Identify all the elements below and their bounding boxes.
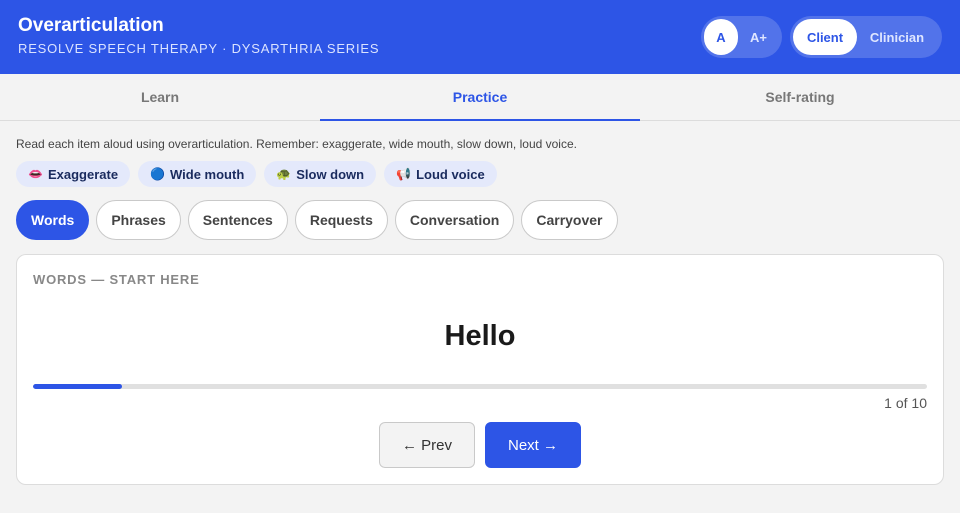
- cue-label: Wide mouth: [170, 166, 245, 182]
- font-size-toggle: A A+: [701, 16, 782, 58]
- instructions-text: Read each item aloud using overarticulat…: [16, 137, 577, 151]
- level-selector: Words Phrases Sentences Requests Convers…: [16, 200, 618, 240]
- level-sentences-button[interactable]: Sentences: [187, 200, 288, 240]
- cue-slow-down: 🐢 Slow down: [264, 161, 377, 187]
- cue-exaggerate: 👄 Exaggerate: [16, 161, 131, 187]
- megaphone-icon: 📢: [396, 167, 412, 181]
- cue-loud-voice: 📢 Loud voice: [384, 161, 497, 187]
- turtle-icon: 🐢: [276, 167, 292, 181]
- font-size-normal-button[interactable]: A: [704, 19, 738, 55]
- next-button[interactable]: Next →: [485, 422, 581, 468]
- item-counter: 1 of 10: [884, 395, 927, 411]
- cue-chips: 👄 Exaggerate 🔵 Wide mouth 🐢 Slow down 📢 …: [16, 161, 497, 187]
- page-title: Overarticulation: [18, 15, 164, 36]
- page-subtitle: RESOLVE SPEECH THERAPY · DYSARTHRIA SERI…: [18, 41, 380, 56]
- level-conversation-button[interactable]: Conversation: [394, 200, 515, 240]
- level-phrases-button[interactable]: Phrases: [96, 200, 181, 240]
- card-navigation: ← Prev Next →: [17, 422, 943, 468]
- lips-icon: 👄: [28, 167, 43, 181]
- cue-label: Loud voice: [416, 166, 485, 182]
- role-toggle: Client Clinician: [790, 16, 942, 58]
- section-label: WORDS — START HERE: [33, 272, 200, 287]
- cue-label: Exaggerate: [47, 166, 119, 182]
- prev-button[interactable]: ← Prev: [379, 422, 475, 468]
- progress-bar: [33, 384, 927, 389]
- practice-card: WORDS — START HERE Hello 1 of 10 ← Prev …: [16, 254, 944, 485]
- practice-item: Hello: [444, 320, 516, 352]
- level-words-button[interactable]: Words: [16, 200, 90, 240]
- blue-circle-icon: 🔵: [150, 167, 165, 181]
- tab-self-rating[interactable]: Self-rating: [640, 74, 960, 120]
- font-size-large-button[interactable]: A+: [738, 19, 779, 55]
- role-clinician-button[interactable]: Clinician: [857, 19, 937, 55]
- level-requests-button[interactable]: Requests: [294, 200, 388, 240]
- tab-practice[interactable]: Practice: [320, 74, 640, 121]
- tab-bar: Learn Practice Self-rating: [0, 74, 960, 121]
- role-client-button[interactable]: Client: [793, 19, 857, 55]
- level-carryover-button[interactable]: Carryover: [521, 200, 618, 240]
- cue-label: Slow down: [296, 166, 365, 182]
- app-header: Overarticulation RESOLVE SPEECH THERAPY …: [0, 0, 960, 74]
- tab-learn[interactable]: Learn: [0, 74, 320, 120]
- cue-wide-mouth: 🔵 Wide mouth: [138, 161, 257, 187]
- progress-fill: [33, 384, 123, 389]
